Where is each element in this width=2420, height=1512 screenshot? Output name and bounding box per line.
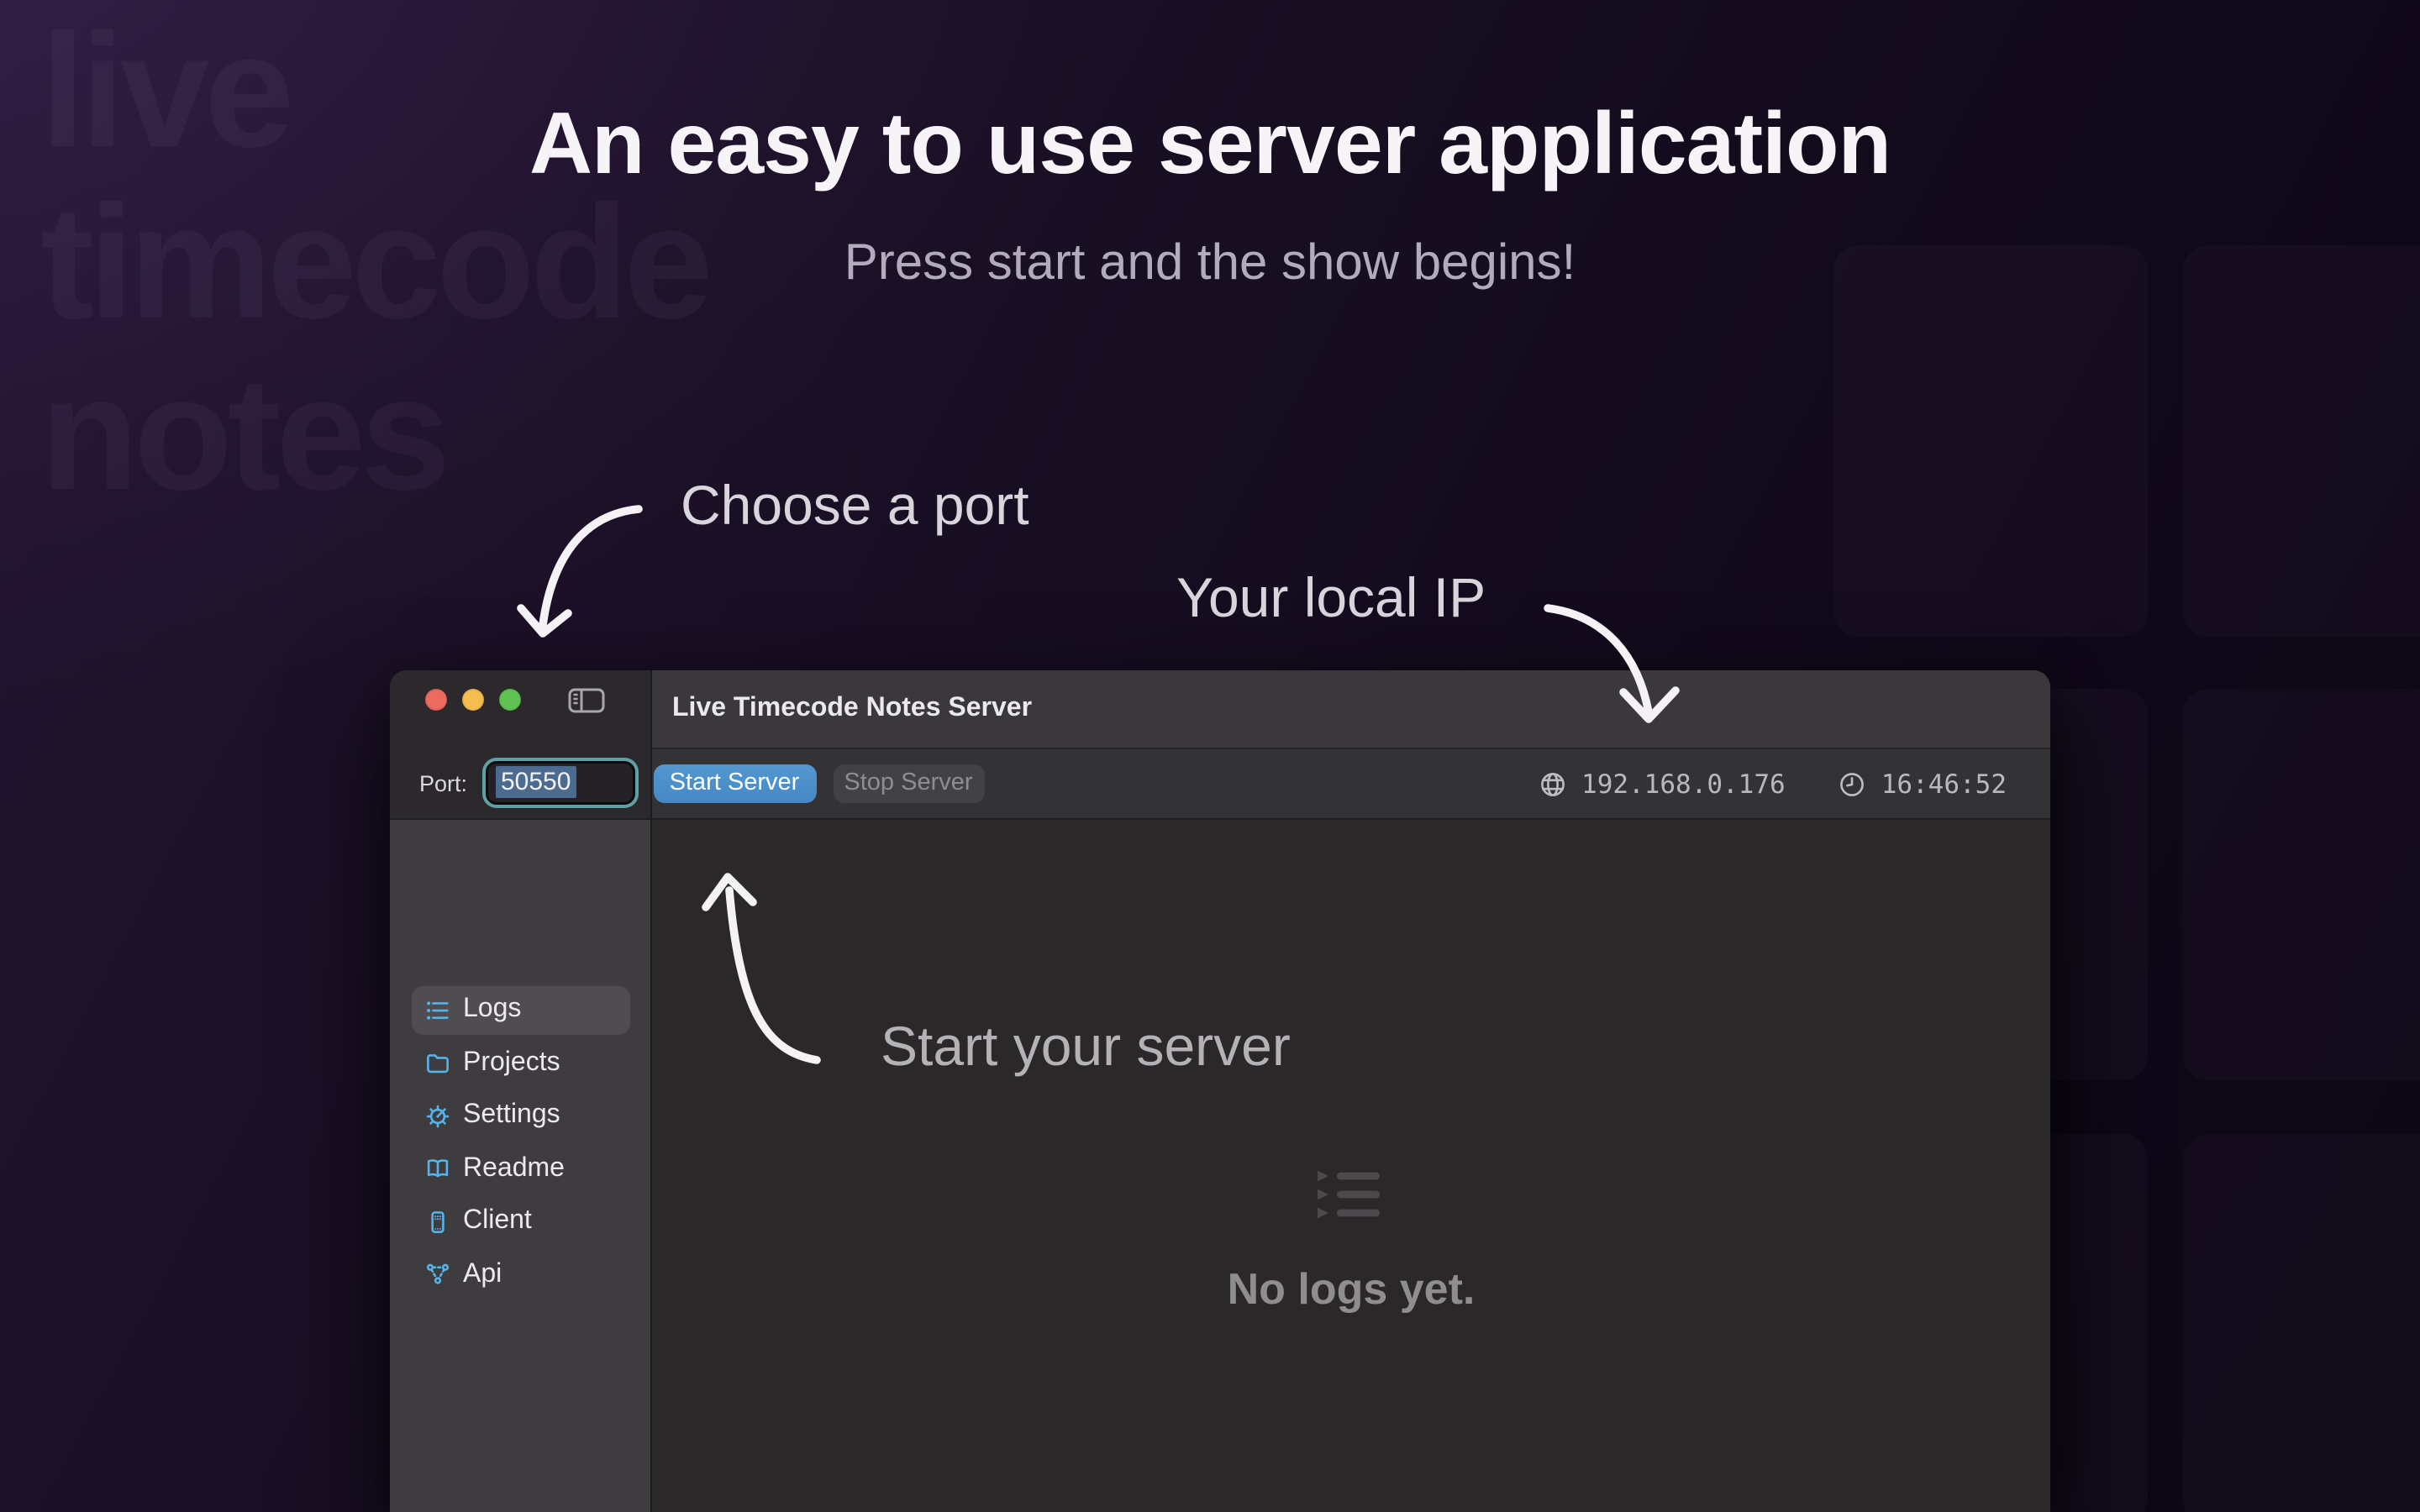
sidebar: Logs Projects [390, 819, 650, 1512]
port-value-selected: 50550 [496, 766, 576, 798]
empty-state: No logs yet. [652, 1168, 2050, 1315]
toolbar: Start Server Stop Server 192.168.0.176 1… [650, 748, 2050, 819]
start-server-button[interactable]: Start Server [653, 764, 816, 802]
annotation-start-server: Start your server [881, 1015, 1291, 1079]
clock-time-value: 16:46:52 [1881, 769, 2007, 799]
folder-icon [424, 1050, 450, 1075]
minimize-window-button[interactable] [461, 688, 484, 711]
sidebar-nav: Logs Projects [412, 985, 630, 1303]
nodes-icon [424, 1262, 450, 1287]
sidebar-item-label: Projects [463, 1047, 560, 1078]
status-group: 192.168.0.176 16:46:52 [1539, 748, 2007, 819]
book-icon [424, 1156, 450, 1181]
sidebar-item-label: Logs [463, 995, 521, 1025]
stop-server-button[interactable]: Stop Server [833, 764, 984, 802]
sidebar-item-label: Settings [463, 1100, 560, 1131]
background-tile [1833, 244, 2148, 636]
titlebar: Live Timecode Notes Server [650, 670, 2050, 748]
port-input[interactable]: 50550 [482, 757, 639, 807]
background-tile [2182, 244, 2420, 636]
empty-logs-list-icon [1318, 1168, 1385, 1219]
list-bullet-icon [424, 997, 450, 1022]
close-window-button[interactable] [424, 688, 447, 711]
empty-state-message: No logs yet. [1228, 1263, 1476, 1315]
page-title: An easy to use server application [0, 99, 2420, 192]
sidebar-divider [650, 670, 652, 1512]
sidebar-item-readme[interactable]: Readme [412, 1144, 630, 1193]
background-tile [2182, 689, 2420, 1080]
gear-icon [424, 1103, 450, 1128]
sidebar-item-projects[interactable]: Projects [412, 1038, 630, 1087]
sidebar-item-settings[interactable]: Settings [412, 1091, 630, 1140]
window-title: Live Timecode Notes Server [672, 694, 1032, 724]
device-icon [424, 1209, 450, 1234]
watermark-line: notes [40, 349, 708, 520]
sidebar-item-api[interactable]: Api [412, 1250, 630, 1299]
annotation-choose-port: Choose a port [681, 474, 1029, 538]
globe-icon [1539, 770, 1566, 797]
promo-page: live timecode notes An easy to use serve… [0, 0, 2420, 1512]
arrow-choose-port-icon [521, 509, 639, 633]
sidebar-item-logs[interactable]: Logs [412, 985, 630, 1034]
traffic-lights [424, 688, 521, 711]
page-subtitle: Press start and the show begins! [0, 235, 2420, 292]
annotation-local-ip: Your local IP [1176, 566, 1486, 630]
sidebar-item-label: Client [463, 1206, 532, 1236]
titlebar-sidebar-section: Port: 50550 [390, 670, 650, 819]
app-window: Port: 50550 Live Timecode Notes Server S… [390, 670, 2050, 1512]
logs-content-area: No logs yet. [652, 819, 2050, 1512]
local-ip-value: 192.168.0.176 [1581, 769, 1786, 799]
background-tile [2182, 1133, 2420, 1512]
clock-icon [1839, 770, 1866, 797]
sidebar-item-label: Api [463, 1259, 502, 1289]
sidebar-item-client[interactable]: Client [412, 1197, 630, 1246]
sidebar-toggle-icon[interactable] [568, 686, 605, 713]
sidebar-item-label: Readme [463, 1153, 565, 1184]
port-label: Port: [419, 748, 467, 819]
zoom-window-button[interactable] [498, 688, 521, 711]
